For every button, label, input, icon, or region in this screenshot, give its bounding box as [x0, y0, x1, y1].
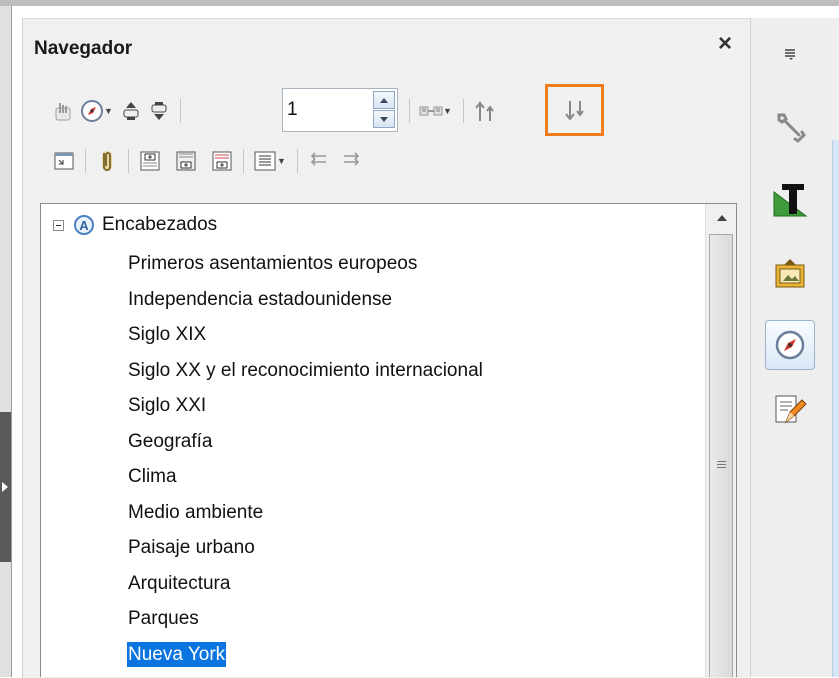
toolbar-separator	[85, 149, 86, 173]
tree-items: Primeros asentamientos europeos Independ…	[127, 246, 484, 672]
tree-item[interactable]: Paisaje urbano	[127, 530, 484, 566]
navigator-compass-icon[interactable]	[765, 320, 815, 370]
collapse-icon[interactable]	[53, 219, 64, 231]
manage-changes-icon[interactable]	[768, 388, 812, 432]
footer-icon[interactable]	[172, 147, 200, 175]
expand-arrow-icon	[2, 482, 8, 492]
spin-up-button[interactable]	[373, 91, 395, 109]
toolbar-separator	[462, 99, 464, 123]
set-reminder-icon[interactable]	[93, 147, 121, 175]
toolbar-separator	[179, 99, 181, 123]
toolbar-separator	[409, 99, 410, 123]
navigate-by-dropdown-icon[interactable]: ▼	[104, 106, 113, 116]
close-button[interactable]: ×	[718, 32, 732, 56]
document-edge	[0, 6, 12, 677]
navigate-by-compass-icon[interactable]	[78, 97, 106, 125]
tree-item[interactable]: Siglo XIX	[127, 317, 484, 353]
anchor-icon[interactable]	[208, 147, 236, 175]
sidebar-deck-edge	[832, 140, 839, 677]
scroll-up-button[interactable]	[706, 204, 736, 232]
spin-up-icon	[380, 97, 388, 103]
tree-item[interactable]: Clima	[127, 459, 484, 495]
headings-icon: A	[74, 215, 94, 235]
previous-object-icon[interactable]	[117, 97, 145, 125]
styles-formatting-icon[interactable]	[768, 178, 812, 222]
demote-level-icon[interactable]	[561, 97, 589, 125]
scroll-thumb[interactable]	[709, 234, 733, 677]
navigator-tree[interactable]: A Encabezados Primeros asentamientos eur…	[40, 203, 737, 677]
navigator-toolbar-row-1: ▼	[50, 97, 188, 125]
navigator-toolbar-row-2: ▼	[50, 147, 365, 175]
tree-item[interactable]: Siglo XXI	[127, 388, 484, 424]
toolbar-separator	[128, 149, 129, 173]
window-top-border	[0, 0, 839, 6]
tree-root-headings[interactable]: A Encabezados	[53, 214, 217, 236]
tree-item[interactable]: Siglo XX y el reconocimiento internacion…	[127, 353, 484, 389]
tree-item[interactable]: Geografía	[127, 424, 484, 460]
tree-item-selected[interactable]: Nueva York	[127, 637, 484, 673]
toolbar-separator	[296, 149, 298, 173]
promote-chapter-icon[interactable]	[305, 147, 333, 175]
sidebar-collapse-handle[interactable]	[0, 412, 11, 562]
drag-mode-link-icon[interactable]	[417, 97, 445, 125]
heading-levels-icon[interactable]	[251, 147, 279, 175]
panel-title: Navegador	[34, 38, 133, 59]
tree-item[interactable]: Parques	[127, 601, 484, 637]
demote-chapter-icon[interactable]	[337, 147, 365, 175]
tree-item[interactable]: Medio ambiente	[127, 495, 484, 531]
tree-scrollbar[interactable]	[705, 204, 736, 677]
spin-down-icon	[380, 116, 388, 122]
drag-mode-dropdown-icon[interactable]: ▼	[443, 106, 452, 116]
toolbar-separator	[243, 149, 244, 173]
page-number-value[interactable]: 1	[287, 99, 298, 121]
tree-item[interactable]: Arquitectura	[127, 566, 484, 602]
next-object-icon[interactable]	[145, 97, 173, 125]
gallery-icon[interactable]	[768, 252, 812, 296]
page-number-spinbox[interactable]: 1	[282, 88, 398, 132]
header-icon[interactable]	[136, 147, 164, 175]
tree-item[interactable]: Independencia estadounidense	[127, 282, 484, 318]
toggle-content-icon[interactable]	[50, 147, 78, 175]
properties-wrench-icon[interactable]	[768, 104, 812, 148]
scroll-up-icon	[716, 215, 727, 221]
drag-mode-icon[interactable]	[50, 97, 78, 125]
tree-root-label: Encabezados	[102, 214, 218, 235]
promote-level-icon[interactable]	[471, 97, 499, 125]
tree-item[interactable]: Primeros asentamientos europeos	[127, 246, 484, 282]
scroll-grip-icon	[717, 461, 726, 470]
spin-down-button[interactable]	[373, 110, 395, 128]
heading-levels-dropdown-icon[interactable]: ▼	[277, 156, 286, 166]
navigator-toolbar-row-1b: ▼	[402, 97, 499, 125]
sidebar-menu-icon[interactable]	[768, 32, 812, 76]
